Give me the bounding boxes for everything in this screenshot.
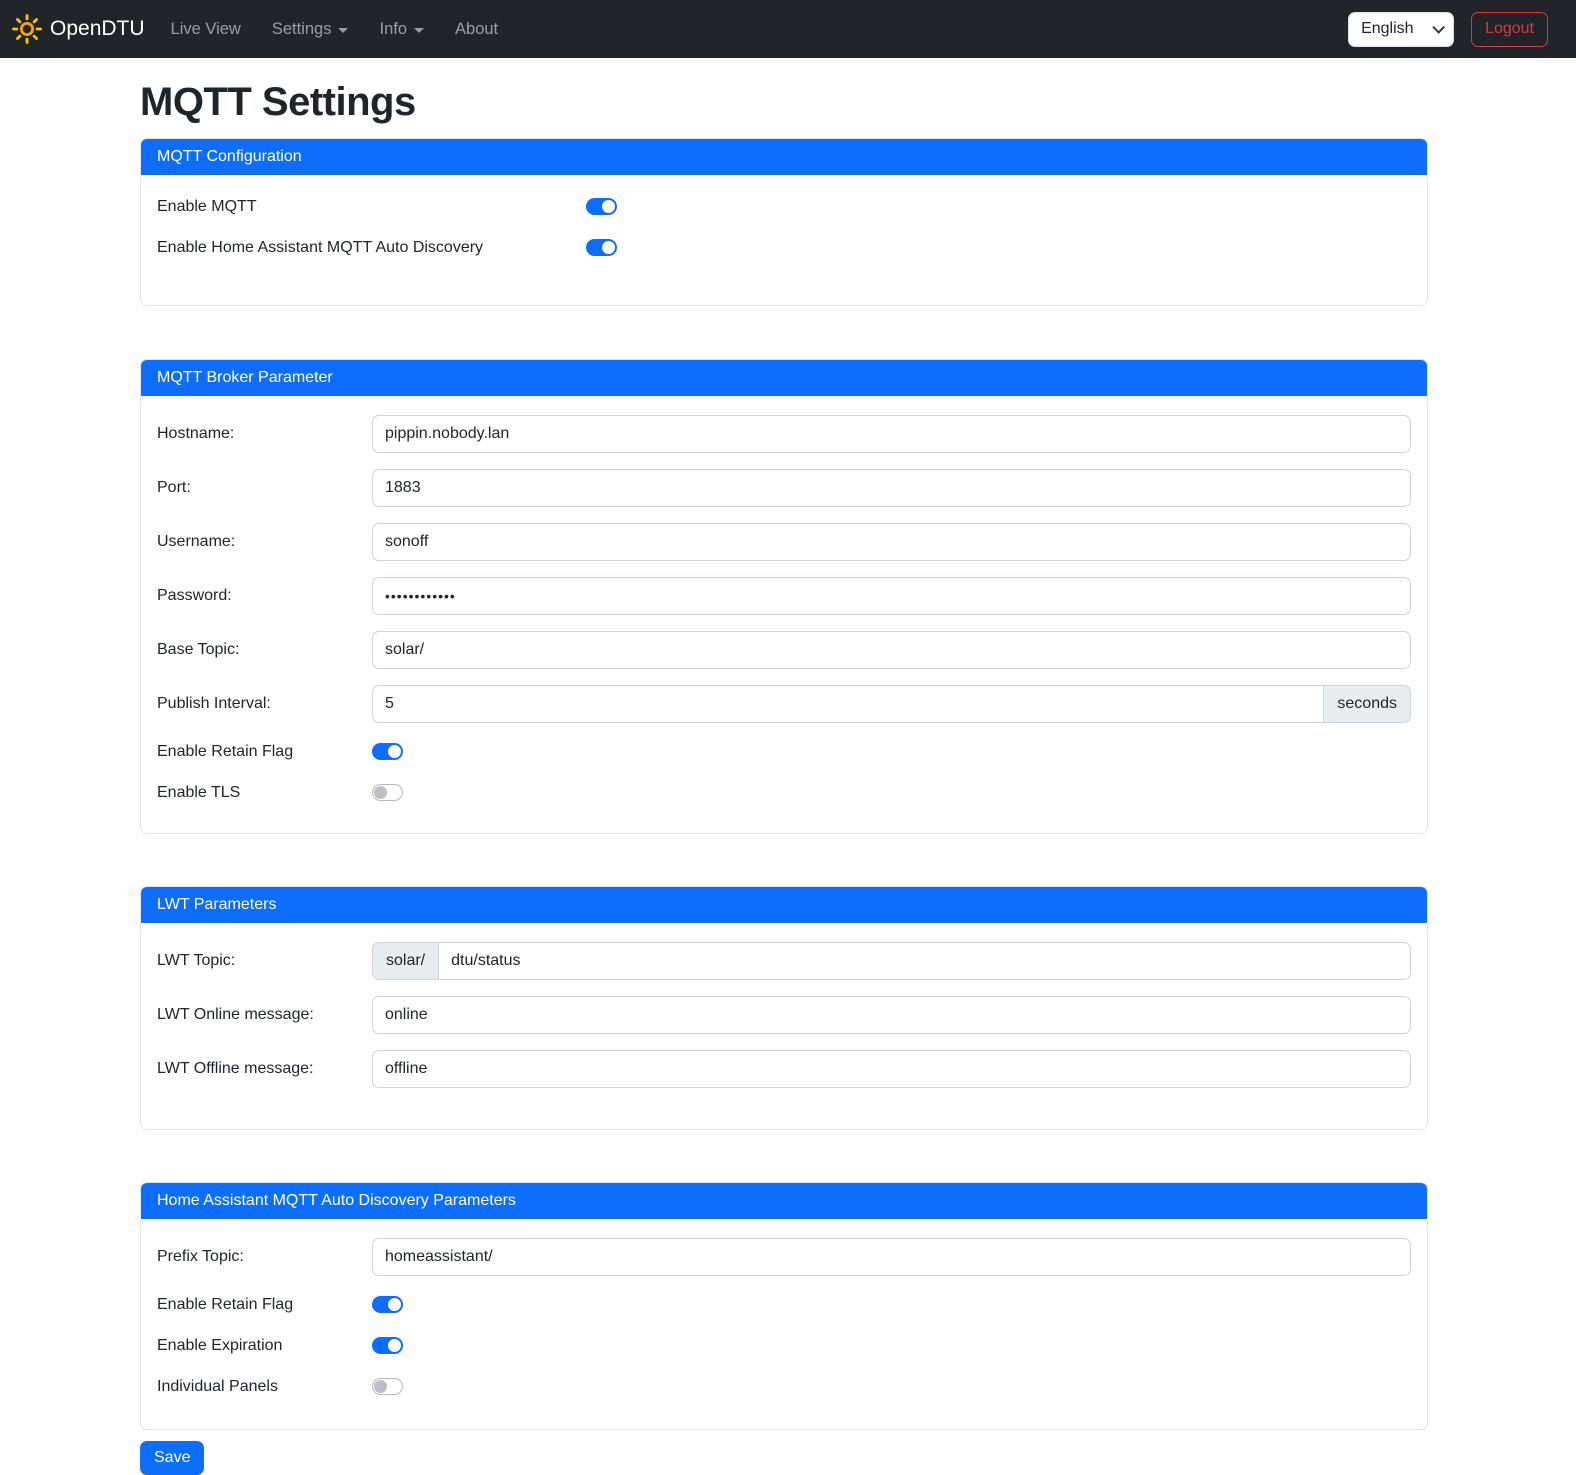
broker-retain-row: Enable Retain Flag bbox=[157, 739, 1411, 764]
port-label: Port: bbox=[157, 479, 372, 497]
nav-item-info[interactable]: Info bbox=[371, 12, 432, 47]
individual-panels-row: Individual Panels bbox=[157, 1374, 1411, 1399]
password-input[interactable] bbox=[372, 577, 1411, 615]
nav-item-info-label: Info bbox=[379, 20, 407, 39]
prefix-topic-input[interactable] bbox=[372, 1238, 1411, 1276]
hostname-label: Hostname: bbox=[157, 425, 372, 443]
lwt-online-label: LWT Online message: bbox=[157, 1006, 372, 1024]
page-title: MQTT Settings bbox=[140, 80, 1428, 125]
language-select-value: English bbox=[1361, 20, 1413, 38]
password-row: Password: bbox=[157, 577, 1411, 615]
hostname-input[interactable] bbox=[372, 415, 1411, 453]
lwt-offline-row: LWT Offline message: bbox=[157, 1050, 1411, 1088]
card-mqtt-configuration: MQTT Configuration Enable MQTT Enable Ho… bbox=[140, 138, 1428, 306]
username-row: Username: bbox=[157, 523, 1411, 561]
broker-retain-label: Enable Retain Flag bbox=[157, 743, 372, 761]
navbar-right: English Logout bbox=[1348, 12, 1548, 47]
base-topic-label: Base Topic: bbox=[157, 641, 372, 659]
lwt-offline-input[interactable] bbox=[372, 1050, 1411, 1088]
enable-mqtt-label: Enable MQTT bbox=[157, 198, 586, 216]
main-content: MQTT Settings MQTT Configuration Enable … bbox=[140, 58, 1428, 1475]
brand-link[interactable]: OpenDTU bbox=[12, 14, 145, 44]
lwt-online-input[interactable] bbox=[372, 996, 1411, 1034]
hass-retain-label: Enable Retain Flag bbox=[157, 1296, 372, 1314]
enable-tls-toggle[interactable] bbox=[372, 784, 403, 801]
chevron-down-icon bbox=[1432, 21, 1445, 34]
username-label: Username: bbox=[157, 533, 372, 551]
card-mqtt-broker-parameter: MQTT Broker Parameter Hostname: Port: Us… bbox=[140, 359, 1428, 834]
hass-retain-flag-toggle[interactable] bbox=[372, 1296, 403, 1313]
card-header-mqtt-broker-parameter: MQTT Broker Parameter bbox=[141, 360, 1427, 396]
language-select[interactable]: English bbox=[1348, 12, 1454, 47]
enable-retain-flag-toggle[interactable] bbox=[372, 743, 403, 760]
brand-label: OpenDTU bbox=[50, 17, 145, 41]
individual-panels-label: Individual Panels bbox=[157, 1378, 372, 1396]
lwt-topic-row: LWT Topic: solar/ bbox=[157, 942, 1411, 980]
publish-interval-row: Publish Interval: seconds bbox=[157, 685, 1411, 723]
save-button[interactable]: Save bbox=[140, 1441, 204, 1475]
lwt-offline-label: LWT Offline message: bbox=[157, 1060, 372, 1078]
lwt-topic-input[interactable] bbox=[438, 942, 1411, 980]
broker-tls-label: Enable TLS bbox=[157, 784, 372, 802]
nav-item-live-view[interactable]: Live View bbox=[163, 12, 249, 47]
publish-interval-input[interactable] bbox=[372, 685, 1324, 723]
hass-expiration-label: Enable Expiration bbox=[157, 1337, 372, 1355]
password-label: Password: bbox=[157, 587, 372, 605]
port-row: Port: bbox=[157, 469, 1411, 507]
nav-item-settings-label: Settings bbox=[272, 20, 332, 39]
logout-button[interactable]: Logout bbox=[1471, 12, 1548, 47]
prefix-topic-label: Prefix Topic: bbox=[157, 1248, 372, 1266]
card-header-lwt-parameters: LWT Parameters bbox=[141, 887, 1427, 923]
nav-item-about[interactable]: About bbox=[447, 12, 506, 47]
username-input[interactable] bbox=[372, 523, 1411, 561]
enable-mqtt-toggle[interactable] bbox=[586, 198, 617, 215]
nav-item-about-label: About bbox=[455, 20, 498, 39]
publish-interval-label: Publish Interval: bbox=[157, 695, 372, 713]
enable-ha-discovery-toggle[interactable] bbox=[586, 239, 617, 256]
enable-ha-discovery-label: Enable Home Assistant MQTT Auto Discover… bbox=[157, 239, 586, 257]
card-header-hass-discovery-parameters: Home Assistant MQTT Auto Discovery Param… bbox=[141, 1183, 1427, 1219]
caret-down-icon bbox=[414, 28, 424, 33]
lwt-online-row: LWT Online message: bbox=[157, 996, 1411, 1034]
nav-item-live-view-label: Live View bbox=[171, 20, 241, 39]
broker-tls-row: Enable TLS bbox=[157, 780, 1411, 805]
enable-mqtt-row: Enable MQTT bbox=[157, 194, 1411, 219]
enable-expiration-toggle[interactable] bbox=[372, 1337, 403, 1354]
seconds-suffix: seconds bbox=[1324, 685, 1411, 723]
card-header-mqtt-configuration: MQTT Configuration bbox=[141, 139, 1427, 175]
hass-retain-row: Enable Retain Flag bbox=[157, 1292, 1411, 1317]
lwt-topic-prefix: solar/ bbox=[372, 942, 438, 980]
individual-panels-toggle[interactable] bbox=[372, 1378, 403, 1395]
hostname-row: Hostname: bbox=[157, 415, 1411, 453]
prefix-topic-row: Prefix Topic: bbox=[157, 1238, 1411, 1276]
card-lwt-parameters: LWT Parameters LWT Topic: solar/ LWT Onl… bbox=[140, 886, 1428, 1130]
hass-expiration-row: Enable Expiration bbox=[157, 1333, 1411, 1358]
sun-icon bbox=[12, 14, 42, 44]
caret-down-icon bbox=[338, 28, 348, 33]
nav-links: Live View Settings Info About bbox=[163, 12, 522, 47]
enable-ha-discovery-row: Enable Home Assistant MQTT Auto Discover… bbox=[157, 235, 1411, 260]
navbar: OpenDTU Live View Settings Info About En… bbox=[0, 0, 1576, 58]
card-hass-discovery-parameters: Home Assistant MQTT Auto Discovery Param… bbox=[140, 1182, 1428, 1430]
port-input[interactable] bbox=[372, 469, 1411, 507]
base-topic-row: Base Topic: bbox=[157, 631, 1411, 669]
base-topic-input[interactable] bbox=[372, 631, 1411, 669]
lwt-topic-label: LWT Topic: bbox=[157, 952, 372, 970]
nav-item-settings[interactable]: Settings bbox=[264, 12, 357, 47]
